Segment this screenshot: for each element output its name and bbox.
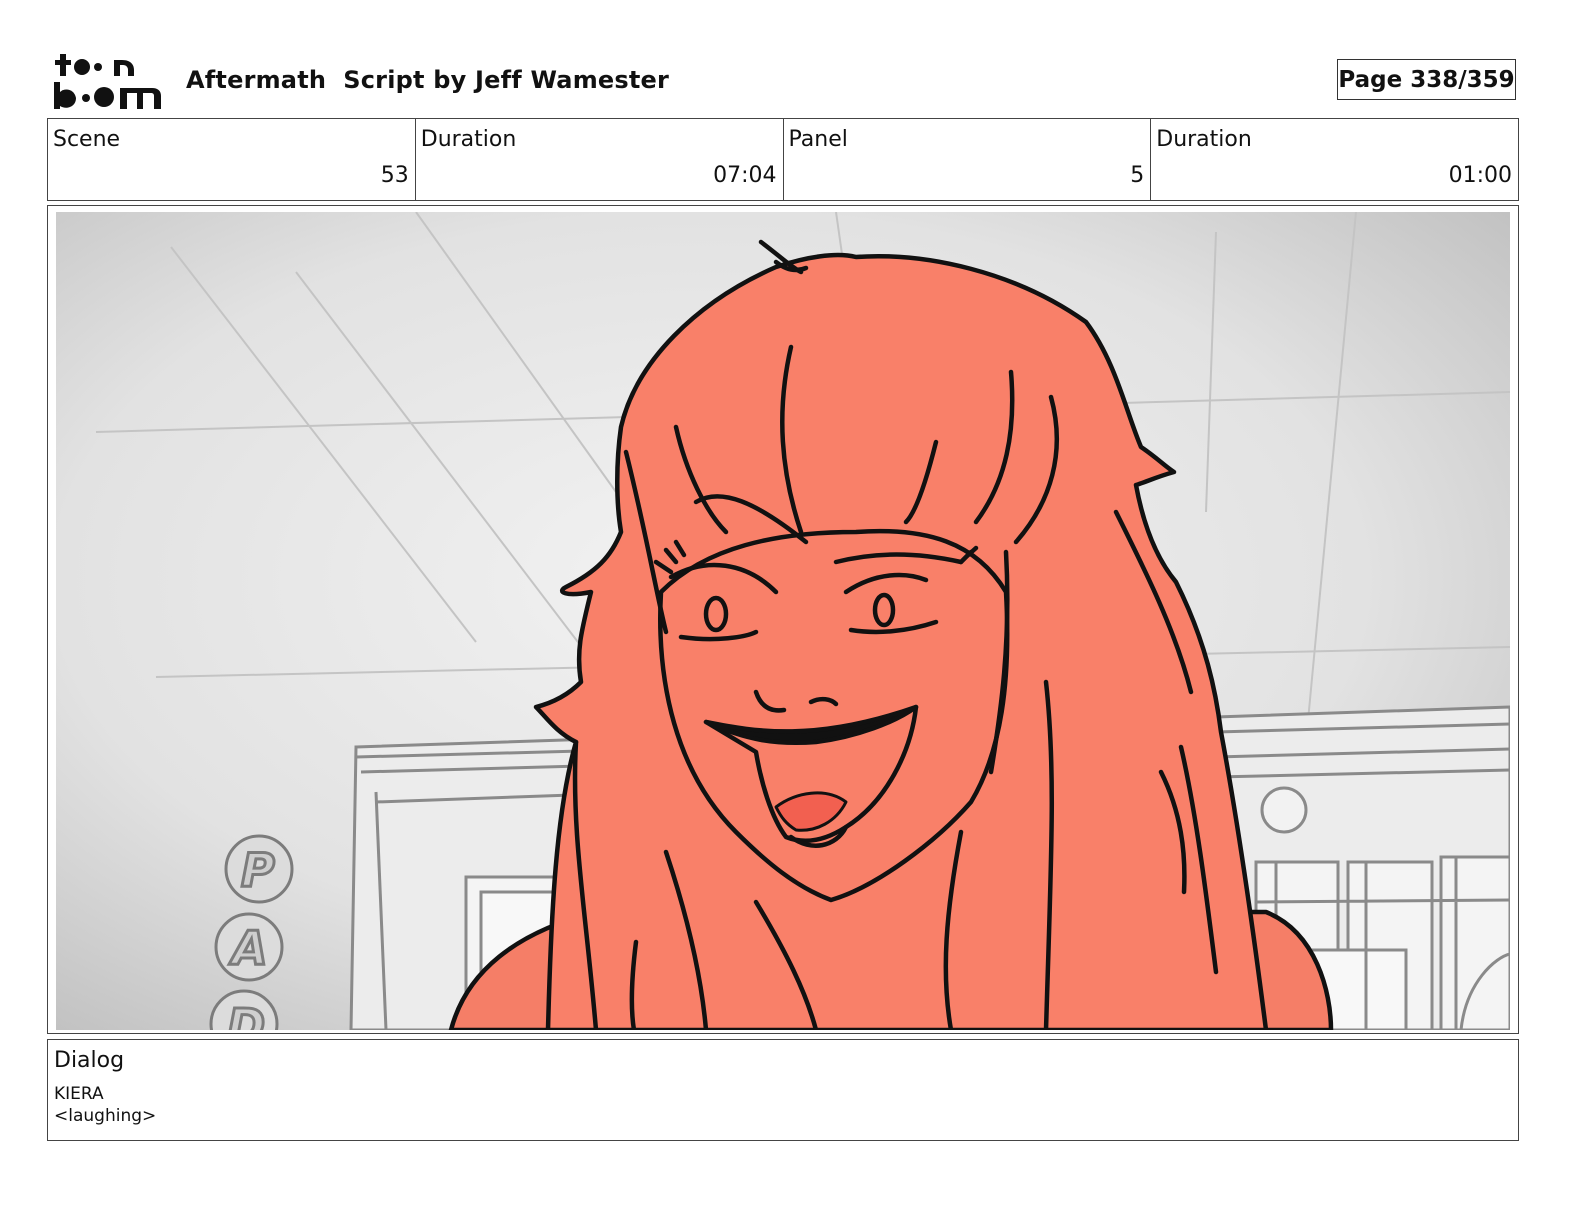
sign-letter-2: A <box>229 921 268 975</box>
scene-duration-cell: Duration 07:04 <box>416 119 784 200</box>
panel-duration-value: 01:00 <box>1448 163 1512 188</box>
sign-letter-1: P <box>241 843 275 897</box>
panel-value: 5 <box>1130 163 1145 188</box>
dialog-line: <laughing> <box>54 1106 157 1126</box>
page-number: Page 338/359 <box>1337 59 1516 100</box>
scene-duration-value: 07:04 <box>713 163 777 188</box>
panel-cell: Panel 5 <box>784 119 1152 200</box>
scene-value: 53 <box>380 163 409 188</box>
scene-duration-label: Duration <box>420 127 517 152</box>
dialog-box: Dialog KIERA <laughing> <box>47 1039 1519 1141</box>
dialog-label: Dialog <box>54 1048 125 1073</box>
panel-label: Panel <box>788 127 848 152</box>
storyboard-panel-image: P A D <box>56 212 1510 1030</box>
panel-duration-cell: Duration 01:00 <box>1151 119 1518 200</box>
scene-label: Scene <box>53 127 121 152</box>
dialog-character: KIERA <box>54 1084 104 1104</box>
scene-cell: Scene 53 <box>48 119 416 200</box>
storyboard-title: Aftermath Script by Jeff Wamester <box>186 66 670 94</box>
scene-info-bar: Scene 53 Duration 07:04 Panel 5 Duration… <box>47 118 1519 201</box>
toonboom-logo <box>54 54 161 109</box>
panel-duration-label: Duration <box>1156 127 1252 152</box>
sign-letter-3: D <box>227 999 265 1030</box>
